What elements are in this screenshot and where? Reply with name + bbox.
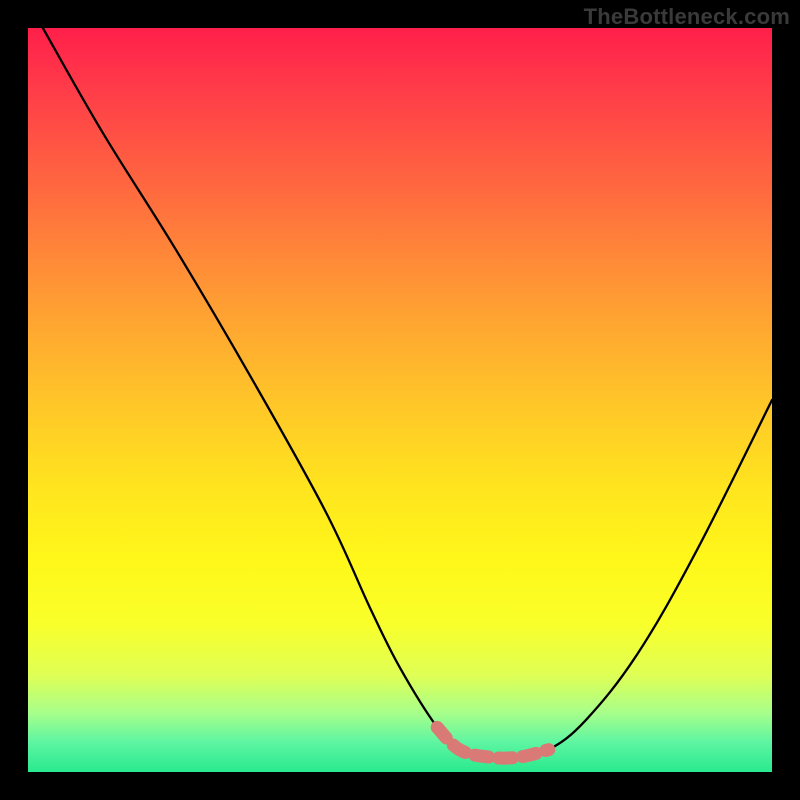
curve-layer [28, 28, 772, 772]
watermark-label: TheBottleneck.com [584, 4, 790, 30]
plot-area [28, 28, 772, 772]
chart-frame: TheBottleneck.com [0, 0, 800, 800]
optimal-range-highlight [437, 727, 549, 758]
bottleneck-curve [43, 28, 772, 758]
